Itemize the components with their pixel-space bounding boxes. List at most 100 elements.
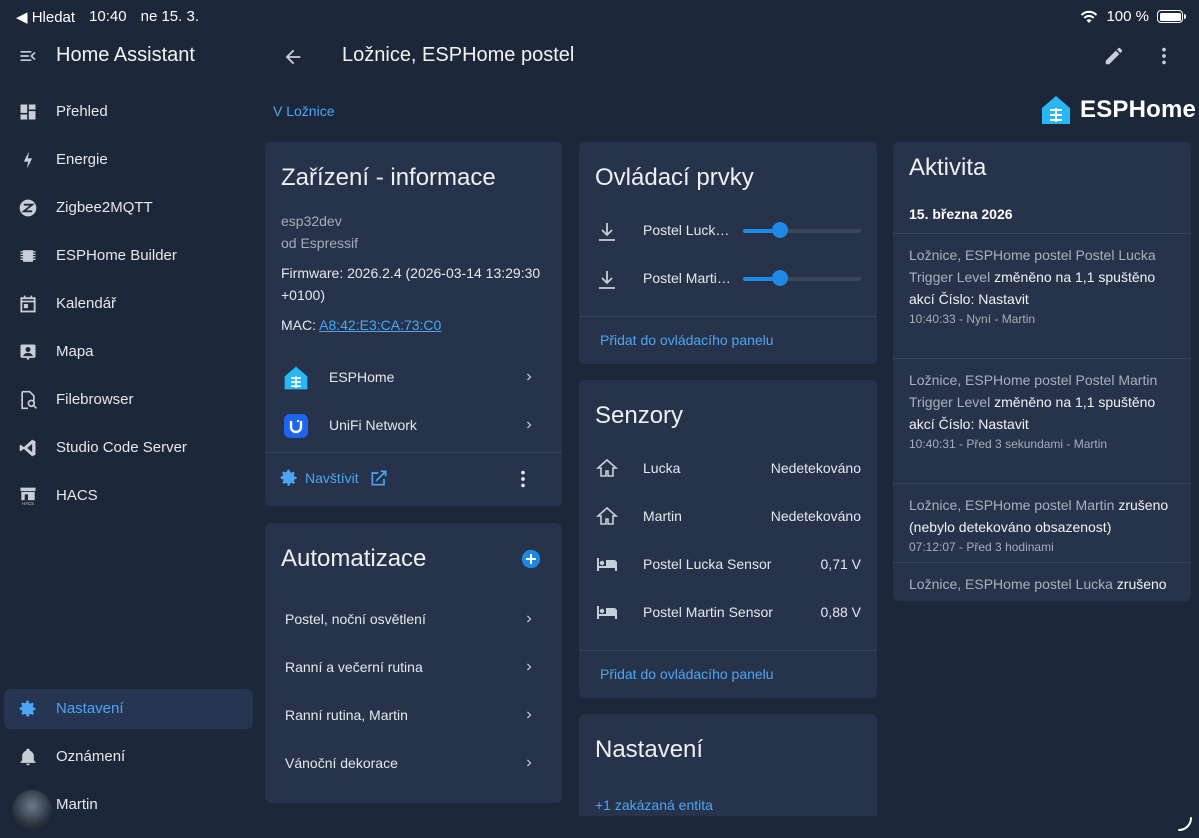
activity-card: Aktivita 15. března 2026 Ložnice, ESPHom… <box>893 142 1191 601</box>
gear-icon <box>19 700 36 717</box>
sidebar-header: Home Assistant <box>0 32 258 80</box>
home-outline-icon <box>595 458 619 477</box>
sidebar-item-hacs[interactable]: HACS HACS <box>4 476 253 516</box>
svg-text:HACS: HACS <box>22 501 34 506</box>
breadcrumb[interactable]: V Ložnice <box>273 103 334 119</box>
sidebar-item-oznameni[interactable]: Oznámení <box>4 737 253 777</box>
sidebar-item-user[interactable]: Martin <box>4 785 253 830</box>
sensors-card: Senzory Lucka Nedetekováno Martin Nedete… <box>579 380 877 698</box>
card-divider <box>579 650 877 651</box>
sidebar-item-label: Energie <box>56 151 108 168</box>
visit-button[interactable]: Navštívit <box>279 468 389 488</box>
esphome-logo-icon <box>1042 96 1070 124</box>
trigger-level-slider[interactable] <box>743 222 861 238</box>
control-row: Postel Martin Trigger Level <box>579 254 877 302</box>
automation-label: Vánoční dekorace <box>285 755 398 771</box>
sensor-row[interactable]: Martin Nedetekováno <box>579 492 877 540</box>
more-vertical-icon[interactable] <box>1153 45 1175 67</box>
sidebar-item-label: Zigbee2MQTT <box>56 199 153 216</box>
sidebar-item-label: Kalendář <box>56 295 117 312</box>
chevron-right-icon <box>527 663 532 671</box>
arrow-left-icon[interactable] <box>282 46 304 68</box>
mac-link[interactable]: A8:42:E3:CA:73:C0 <box>319 317 441 333</box>
sidebar-item-label: ESPHome Builder <box>56 247 177 264</box>
sensor-row[interactable]: Postel Martin Sensor 0,88 V <box>579 588 877 636</box>
firmware-version-tz: +0100) <box>281 287 325 303</box>
chevron-right-icon <box>527 373 532 381</box>
gear-icon <box>280 469 297 486</box>
sidebar-item-label: Nastavení <box>56 700 124 717</box>
trigger-level-slider[interactable] <box>743 270 861 286</box>
activity-action: zrušeno <box>1116 576 1167 592</box>
automation-item[interactable]: Vánoční dekorace <box>265 739 562 787</box>
sidebar-item-studio-code-server[interactable]: Studio Code Server <box>4 428 253 468</box>
add-to-dashboard-link[interactable]: Přidat do ovládacího panelu <box>600 666 774 682</box>
chevron-right-icon <box>527 615 532 623</box>
disabled-entity-link[interactable]: +1 zakázaná entita <box>595 797 713 813</box>
automation-label: Postel, noční osvětlení <box>285 611 426 627</box>
chevron-right-icon <box>527 759 532 767</box>
activity-meta: 10:40:33 - Nyní - Martin <box>909 312 1036 326</box>
integration-label: UniFi Network <box>329 417 417 433</box>
integration-esphome[interactable]: ESPHome <box>265 353 562 401</box>
sidebar-item-label: Přehled <box>56 103 108 120</box>
sensor-row[interactable]: Postel Lucka Sensor 0,71 V <box>579 540 877 588</box>
activity-entry[interactable]: Ložnice, ESPHome postel Postel Lucka Tri… <box>893 233 1191 336</box>
sidebar-item-kalendar[interactable]: Kalendář <box>4 284 253 324</box>
sensor-value: 0,71 V <box>820 556 861 572</box>
automation-item[interactable]: Ranní rutina, Martin <box>265 691 562 739</box>
sidebar-item-mapa[interactable]: Mapa <box>4 332 253 372</box>
integration-unifi[interactable]: UniFi Network <box>265 401 562 449</box>
sidebar-item-esphome-builder[interactable]: ESPHome Builder <box>4 236 253 276</box>
sensor-value: Nedetekováno <box>770 460 861 476</box>
sidebar-item-label: HACS <box>56 487 98 504</box>
device-manufacturer: od Espressif <box>281 235 359 251</box>
slider-knob[interactable] <box>771 222 788 238</box>
sidebar-item-zigbee2mqtt[interactable]: Zigbee2MQTT <box>4 188 253 228</box>
sidebar-item-prehled[interactable]: Přehled <box>4 92 253 132</box>
status-bar: ◀ Hledat 10:40 ne 15. 3. 100 % <box>0 0 1199 32</box>
chip-icon <box>20 250 36 262</box>
card-divider <box>579 316 877 317</box>
sidebar-item-label: Martin <box>56 796 98 813</box>
esphome-logo-icon <box>284 366 308 390</box>
card-title: Automatizace <box>281 545 427 572</box>
unifi-logo-icon <box>284 414 308 438</box>
hacs-icon: HACS <box>20 487 36 506</box>
menu-open-icon[interactable] <box>18 46 38 66</box>
map-account-icon <box>20 344 36 361</box>
sidebar-item-filebrowser[interactable]: Filebrowser <box>4 380 253 420</box>
back-to-app-link[interactable]: ◀ Hledat <box>16 8 75 26</box>
sidebar-item-nastaveni[interactable]: Nastavení <box>4 689 253 729</box>
activity-entry[interactable]: Ložnice, ESPHome postel Martin zrušeno (… <box>893 483 1191 564</box>
activity-date: 15. března 2026 <box>909 206 1013 222</box>
more-vertical-icon[interactable] <box>512 468 534 490</box>
file-search-icon <box>21 390 37 410</box>
esphome-brand-logo: ESPHome <box>1040 94 1196 126</box>
zigbee-icon <box>19 199 37 217</box>
control-label: Postel Lucka Trigger Level <box>643 222 733 238</box>
bed-icon <box>597 558 617 571</box>
add-to-dashboard-link[interactable]: Přidat do ovládacího panelu <box>600 332 774 348</box>
activity-entry[interactable]: Ložnice, ESPHome postel Postel Martin Tr… <box>893 358 1191 461</box>
integration-label: ESPHome <box>329 369 395 385</box>
sidebar: Home Assistant Přehled Energie Zigbee2MQ… <box>0 32 258 838</box>
avatar <box>12 790 52 830</box>
vscode-icon <box>19 439 36 457</box>
sensor-row[interactable]: Lucka Nedetekováno <box>579 444 877 492</box>
sensor-label: Postel Lucka Sensor <box>643 556 772 572</box>
automation-label: Ranní rutina, Martin <box>285 707 408 723</box>
automation-item[interactable]: Postel, noční osvětlení <box>265 595 562 643</box>
add-automation-icon[interactable] <box>521 549 541 569</box>
slider-knob[interactable] <box>771 270 788 286</box>
firmware-version: Firmware: 2026.2.4 (2026-03-14 13:29:30 <box>281 265 541 281</box>
status-date: ne 15. 3. <box>140 8 199 25</box>
sensor-label: Lucka <box>643 460 681 476</box>
download-icon <box>599 271 615 289</box>
activity-entry[interactable]: Ložnice, ESPHome postel Lucka zrušeno <box>893 562 1191 601</box>
pencil-icon[interactable] <box>1103 45 1125 67</box>
automation-item[interactable]: Ranní a večerní rutina <box>265 643 562 691</box>
device-model: esp32dev <box>281 213 342 229</box>
sidebar-item-label: Filebrowser <box>56 391 134 408</box>
sidebar-item-energie[interactable]: Energie <box>4 140 253 180</box>
